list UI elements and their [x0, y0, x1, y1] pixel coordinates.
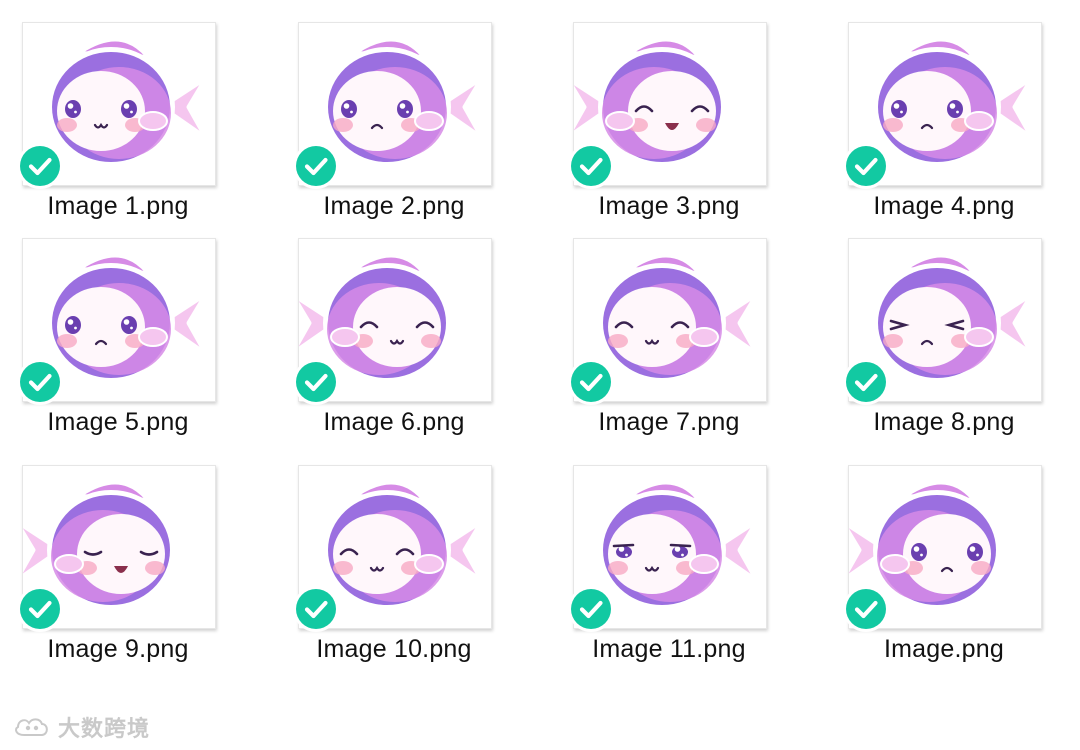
file-name[interactable]: Image 9.png	[0, 635, 236, 664]
checkmark-icon[interactable]	[846, 362, 886, 402]
file-tile[interactable]: Image 3.png	[571, 22, 767, 232]
file-name[interactable]: Image 5.png	[0, 408, 236, 437]
checkmark-icon[interactable]	[20, 589, 60, 629]
checkmark-icon[interactable]	[296, 146, 336, 186]
checkmark-icon[interactable]	[20, 146, 60, 186]
checkmark-icon[interactable]	[846, 589, 886, 629]
file-tile[interactable]: Image 2.png	[296, 22, 492, 232]
file-name[interactable]: Image 7.png	[551, 408, 787, 437]
file-tile[interactable]: Image 4.png	[846, 22, 1042, 232]
file-tile[interactable]: Image 7.png	[571, 238, 767, 448]
file-name[interactable]: Image 1.png	[0, 192, 236, 221]
file-grid: Image 1.png Image 2.png Image 3.png Imag…	[0, 0, 1080, 700]
checkmark-icon[interactable]	[296, 362, 336, 402]
fish-illustration	[323, 479, 486, 610]
checkmark-icon[interactable]	[296, 589, 336, 629]
checkmark-icon[interactable]	[571, 589, 611, 629]
file-name[interactable]: Image 2.png	[276, 192, 512, 221]
file-tile[interactable]: Image 9.png	[20, 465, 216, 675]
fish-illustration	[323, 36, 486, 167]
file-name[interactable]: Image 8.png	[826, 408, 1062, 437]
fish-illustration	[47, 252, 210, 383]
file-tile[interactable]: Image.png	[846, 465, 1042, 675]
file-tile[interactable]: Image 5.png	[20, 238, 216, 448]
fish-illustration	[598, 252, 761, 383]
file-name[interactable]: Image 11.png	[551, 635, 787, 664]
file-name[interactable]: Image.png	[826, 635, 1062, 664]
file-name[interactable]: Image 6.png	[276, 408, 512, 437]
checkmark-icon[interactable]	[846, 146, 886, 186]
fish-illustration	[873, 36, 1036, 167]
checkmark-icon[interactable]	[571, 362, 611, 402]
file-tile[interactable]: Image 8.png	[846, 238, 1042, 448]
file-tile[interactable]: Image 1.png	[20, 22, 216, 232]
file-tile[interactable]: Image 11.png	[571, 465, 767, 675]
fish-illustration	[598, 479, 761, 610]
fish-illustration	[47, 36, 210, 167]
checkmark-icon[interactable]	[571, 146, 611, 186]
fish-illustration	[873, 252, 1036, 383]
file-tile[interactable]: Image 10.png	[296, 465, 492, 675]
file-name[interactable]: Image 10.png	[276, 635, 512, 664]
file-name[interactable]: Image 4.png	[826, 192, 1062, 221]
file-tile[interactable]: Image 6.png	[296, 238, 492, 448]
watermark-logo	[15, 718, 48, 736]
watermark: 大数跨境	[12, 712, 150, 742]
file-name[interactable]: Image 3.png	[551, 192, 787, 221]
checkmark-icon[interactable]	[20, 362, 60, 402]
watermark-text: 大数跨境	[58, 716, 151, 741]
